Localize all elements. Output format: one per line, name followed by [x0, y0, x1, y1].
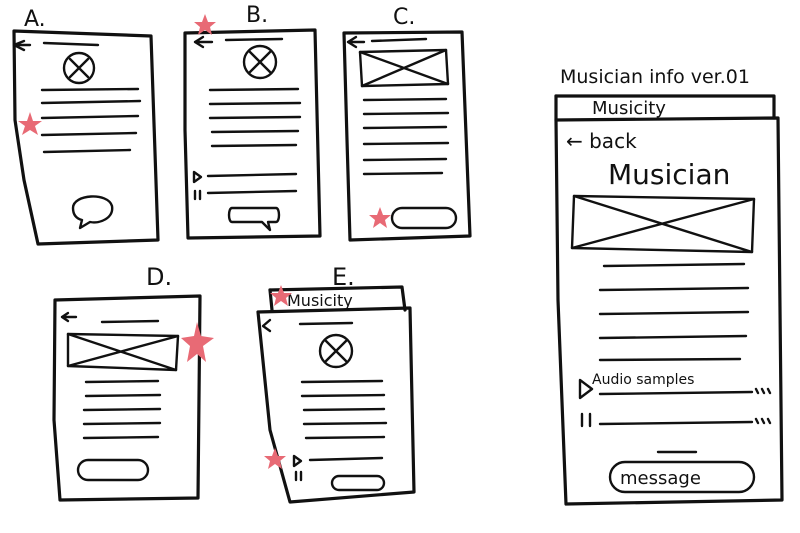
sketch-canvas: A. B. C. D. E. Musicity Musician info ve… — [12, 3, 784, 506]
image-cross — [570, 194, 756, 254]
audio-track-line — [206, 189, 298, 195]
sketch-label-a: A. — [24, 7, 46, 32]
audio-track-line — [308, 456, 384, 462]
sketch-label-b: B. — [246, 3, 268, 28]
title-line — [100, 319, 160, 324]
pause-icon — [294, 470, 303, 482]
audio-track-line — [598, 420, 754, 426]
play-icon — [192, 170, 203, 184]
title-line — [224, 37, 284, 42]
text-line — [82, 435, 160, 440]
audio-track-line — [598, 390, 754, 396]
text-line — [208, 101, 302, 106]
avatar-cross — [324, 339, 348, 363]
text-line — [40, 114, 140, 120]
sketch-b: B. — [183, 3, 322, 240]
audio-samples-label: Audio samples — [592, 372, 694, 388]
image-cross — [66, 332, 180, 372]
text-line — [302, 421, 388, 426]
text-line — [300, 379, 384, 384]
text-line — [304, 435, 386, 440]
audio-time-marks — [754, 417, 772, 425]
message-button — [76, 458, 150, 482]
back-arrow-icon — [12, 39, 32, 52]
message-button-label: message — [620, 468, 701, 489]
sketch-c: C. — [342, 5, 472, 242]
image-cross — [358, 48, 450, 88]
audio-time-marks — [754, 387, 772, 395]
final-title: Musician info ver.01 — [560, 66, 750, 88]
message-button — [227, 206, 281, 232]
text-line — [40, 131, 138, 137]
back-arrow-icon — [261, 318, 272, 333]
back-arrow-icon — [346, 35, 366, 49]
text-line — [362, 125, 448, 130]
sketch-label-d: D. — [146, 263, 172, 291]
text-line — [362, 157, 448, 162]
musician-heading: Musician — [608, 158, 730, 191]
text-line — [300, 393, 386, 398]
text-line — [42, 148, 132, 154]
chat-bubble-icon — [71, 195, 114, 230]
sketch-label-c: C. — [393, 5, 415, 30]
pause-icon — [580, 412, 592, 428]
sketch-e-tab-label: Musicity — [287, 291, 353, 310]
title-line — [42, 41, 100, 47]
text-line — [362, 141, 450, 146]
text-line — [598, 286, 750, 292]
avatar-cross — [68, 57, 90, 79]
text-line — [598, 334, 748, 340]
final-tab-label: Musicity — [592, 98, 666, 119]
phone-frame-e — [256, 306, 416, 504]
text-line — [208, 87, 300, 92]
audio-track-line — [206, 172, 298, 178]
star-mark — [18, 112, 42, 135]
message-button — [390, 206, 458, 230]
text-line — [302, 407, 386, 412]
play-icon — [578, 378, 594, 400]
phone-frame-d — [52, 294, 202, 502]
wireframe-sketch-sheet: A. B. C. D. E. Musicity Musician info ve… — [0, 0, 800, 533]
title-line — [370, 37, 428, 43]
sketch-d: D. — [52, 263, 214, 502]
sketch-e: E. Musicity — [256, 263, 416, 504]
phone-frame-a — [12, 29, 160, 246]
text-line — [82, 421, 162, 426]
sketch-a: A. — [12, 7, 160, 246]
star-mark — [369, 207, 391, 228]
text-line — [362, 171, 444, 176]
final-wireframe: Musician info ver.01 Musicity ← back Mus… — [554, 66, 784, 506]
title-line — [298, 321, 354, 326]
text-line — [598, 357, 742, 362]
star-mark — [264, 448, 286, 469]
avatar-cross — [248, 50, 272, 74]
back-arrow-icon — [193, 35, 214, 49]
play-icon — [292, 454, 303, 468]
message-button — [330, 474, 386, 492]
pause-icon — [193, 189, 202, 201]
text-line — [82, 407, 162, 412]
star-mark — [181, 322, 214, 362]
back-link: ← back — [566, 129, 637, 153]
text-line — [598, 310, 750, 316]
text-line — [84, 393, 162, 398]
text-line — [84, 379, 160, 384]
text-line — [208, 115, 302, 120]
text-line — [210, 129, 300, 134]
text-line — [602, 262, 746, 268]
back-arrow-icon — [60, 311, 78, 323]
text-line — [362, 97, 448, 102]
text-line — [210, 143, 298, 148]
text-line — [362, 111, 450, 116]
text-line — [40, 99, 142, 105]
text-line — [40, 87, 140, 92]
